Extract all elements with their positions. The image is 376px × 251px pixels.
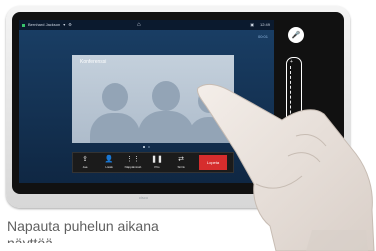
settings-icon[interactable]: ⚙ [68,20,72,30]
participant-silhouette-icon [102,83,128,111]
chevron-down-icon[interactable]: ▾ [63,20,65,30]
keypad-button[interactable]: ⋮⋮ Näppäimistö [121,153,145,172]
status-right: ▣ 12:49 [250,20,270,30]
pause-icon: ❚❚ [151,156,163,163]
home-icon[interactable]: ⌂ [137,20,141,30]
hold-button[interactable]: ❚❚ Pito [145,153,169,172]
status-bar: Bernhard Jackson ▾ ⚙ ⌂ ▣ 12:49 [19,20,274,30]
camera-icon[interactable]: ▣ [250,20,254,30]
transfer-button[interactable]: ⇄ Siirrä [169,153,193,172]
caller-name: Bernhard Jackson [28,22,61,27]
transfer-label: Siirrä [177,165,185,169]
plus-icon: + [290,59,293,65]
pointing-hand-image [197,84,375,251]
participant-body [90,113,140,143]
share-label: Jaa [82,165,88,169]
participant-silhouette-icon [152,81,180,111]
caption-line-1: Napauta puhelun aikana [7,218,159,234]
call-duration: 00:01 [257,34,268,39]
clock-time: 12:49 [259,22,270,27]
page-dot [143,146,145,148]
add-participant-button[interactable]: 👤 Lisää [97,153,121,172]
transfer-icon: ⇄ [178,156,184,163]
mute-microphone-button[interactable]: 🎤 [288,27,304,43]
keypad-icon: ⋮⋮ [126,156,140,163]
brand-logo: cisco [139,195,149,200]
add-user-icon: 👤 [104,156,114,163]
conference-title: Konferenssi [80,59,107,65]
page-indicator [143,146,150,148]
call-status-indicator [22,23,25,27]
participant-body [138,111,194,143]
microphone-icon: 🎤 [291,32,301,39]
keypad-label: Näppäimistö [124,165,142,169]
share-button[interactable]: ⇪ Jaa [73,153,97,172]
page-dot [148,146,150,148]
hold-label: Pito [154,165,160,169]
instruction-caption: Napauta puhelun aikana näyttöä [7,218,159,243]
add-label: Lisää [105,165,113,169]
share-icon: ⇪ [82,156,88,163]
caller-area: Bernhard Jackson ▾ ⚙ [22,20,72,30]
caption-line-2: näyttöä [7,235,53,243]
